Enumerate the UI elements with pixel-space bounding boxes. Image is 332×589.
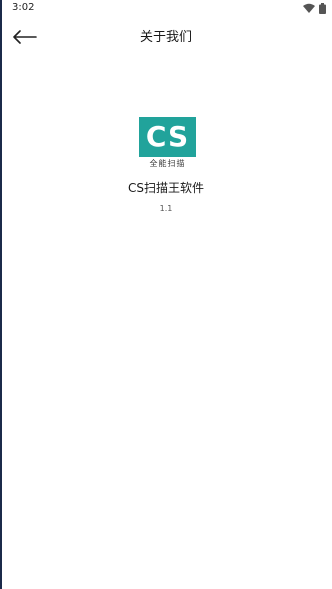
page-title: 关于我们 bbox=[139, 30, 192, 45]
status-bar: 3:02 bbox=[0, 0, 332, 16]
logo-letters: CS bbox=[145, 120, 190, 153]
logo-caption: 全能扫描 bbox=[149, 159, 186, 168]
app-bar: 关于我们 bbox=[0, 22, 332, 54]
status-time: 3:02 bbox=[12, 2, 35, 13]
app-logo: CS 全能扫描 bbox=[139, 117, 196, 170]
app-version: 1.1 bbox=[159, 204, 173, 213]
wifi-icon bbox=[303, 3, 315, 13]
logo-badge: CS bbox=[139, 117, 196, 157]
status-icons bbox=[303, 2, 326, 14]
battery-icon bbox=[319, 2, 326, 14]
app-name: CS扫描王软件 bbox=[128, 181, 204, 195]
screen-left-edge bbox=[0, 0, 2, 589]
